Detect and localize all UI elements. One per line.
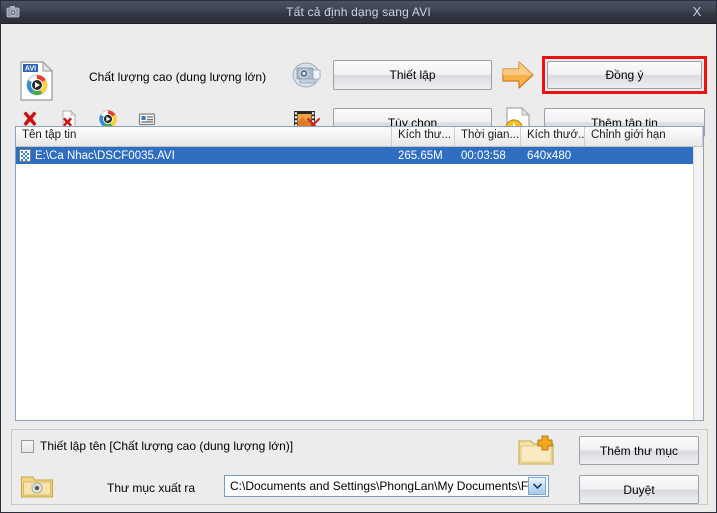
- output-dir-combo[interactable]: C:\Documents and Settings\PhongLan\My Do…: [224, 475, 549, 497]
- column-header-time[interactable]: Thời gian...: [455, 127, 521, 146]
- quality-label: Chất lượng cao (dung lượng lớn): [89, 70, 267, 84]
- file-dimensions-cell: 640x480: [527, 149, 572, 162]
- svg-text:AVI: AVI: [25, 66, 36, 73]
- file-duration-cell: 00:03:58: [461, 149, 506, 162]
- column-header-dimensions[interactable]: Kích thướ...: [521, 127, 585, 146]
- file-list-header: Tên tập tin Kích thư... Thời gian... Kíc…: [16, 127, 703, 147]
- avi-file-icon: AVI: [17, 60, 57, 102]
- browse-button[interactable]: Duyệt: [579, 475, 699, 504]
- output-dir-value: C:\Documents and Settings\PhongLan\My Do…: [230, 479, 528, 493]
- file-size-cell: 265.65M: [398, 149, 443, 162]
- top-toolbar: AVI Chất lượng cao (dung lượng lớn) Thiế…: [1, 24, 716, 137]
- column-header-name[interactable]: Tên tập tin: [16, 127, 392, 146]
- camera-icon: [5, 4, 21, 20]
- output-dir-label: Thư mục xuất ra: [107, 481, 196, 495]
- file-list-body: E:\Ca Nhac\DSCF0035.AVI 265.65M 00:03:58…: [16, 147, 703, 420]
- titlebar: Tất cả định dạng sang AVI X: [1, 1, 716, 24]
- output-panel: Thiết lập tên [Chất lượng cao (dung lượn…: [11, 429, 708, 505]
- add-folder-button[interactable]: Thêm thư mục: [579, 436, 699, 465]
- folder-add-icon: [517, 434, 555, 468]
- window-title: Tất cả định dạng sang AVI: [286, 5, 431, 19]
- arrow-right-icon: [501, 60, 535, 90]
- output-folder-icon: [20, 472, 54, 500]
- rename-checkbox-row[interactable]: Thiết lập tên [Chất lượng cao (dung lượn…: [21, 439, 293, 453]
- converter-window: Tất cả định dạng sang AVI X AVI Chất lượ…: [0, 0, 717, 513]
- ok-button-highlight: Đồng ý: [542, 56, 707, 94]
- rename-checkbox[interactable]: [21, 439, 34, 453]
- close-icon[interactable]: X: [686, 3, 708, 21]
- column-header-size[interactable]: Kích thư...: [392, 127, 455, 146]
- rename-checkbox-label: Thiết lập tên [Chất lượng cao (dung lượn…: [40, 439, 294, 453]
- chevron-down-icon[interactable]: [528, 477, 546, 495]
- video-file-icon: [19, 149, 31, 162]
- file-name-cell: E:\Ca Nhac\DSCF0035.AVI: [16, 149, 392, 162]
- setup-button[interactable]: Thiết lập: [333, 60, 492, 90]
- column-header-limit[interactable]: Chỉnh giới hạn: [585, 127, 703, 146]
- ok-button[interactable]: Đồng ý: [547, 61, 702, 89]
- file-name-text: E:\Ca Nhac\DSCF0035.AVI: [35, 149, 175, 162]
- video-settings-icon: [291, 60, 325, 90]
- table-row[interactable]: E:\Ca Nhac\DSCF0035.AVI 265.65M 00:03:58…: [16, 147, 703, 164]
- file-list-scrollbar[interactable]: [693, 147, 703, 420]
- file-list[interactable]: Tên tập tin Kích thư... Thời gian... Kíc…: [15, 126, 704, 421]
